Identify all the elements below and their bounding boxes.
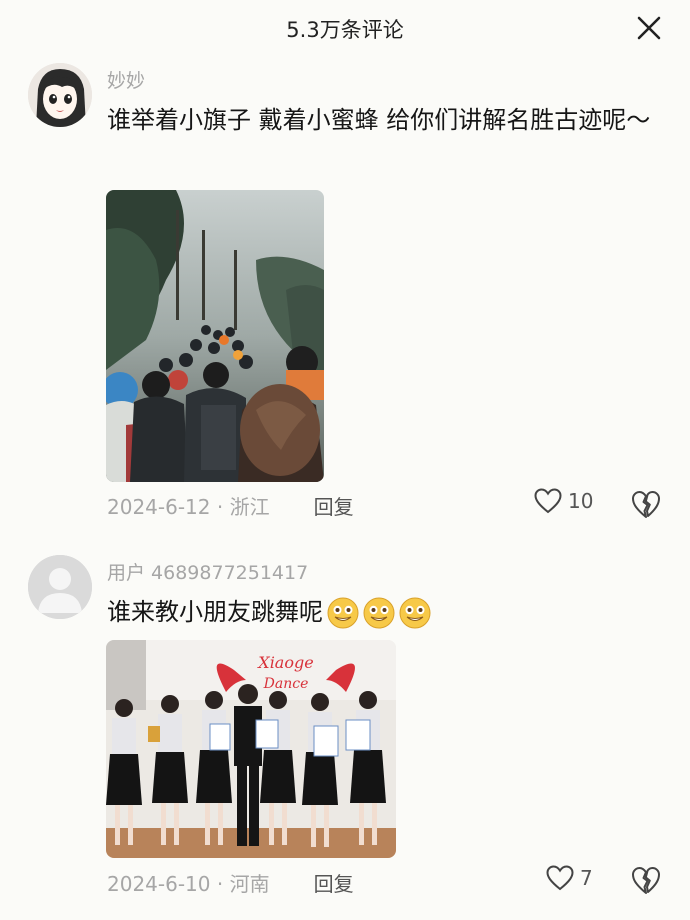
comment-meta: 2024-6-12 · 浙江 回复 (107, 491, 354, 520)
close-icon[interactable] (634, 13, 664, 43)
default-user-avatar[interactable] (28, 555, 92, 619)
reply-button[interactable]: 回复 (314, 872, 354, 896)
like-button[interactable]: 7 (546, 865, 593, 891)
broken-heart-icon[interactable] (631, 490, 661, 520)
like-count: 10 (568, 489, 594, 513)
comment-text: 谁举着小旗子 戴着小蜜蜂 给你们讲解名胜古迹呢～ (107, 106, 651, 134)
heart-icon (534, 488, 562, 514)
comment-text-content: 谁来教小朋友跳舞呢 (107, 598, 323, 626)
broken-heart-icon[interactable] (631, 866, 661, 896)
comment-count-title: 5.3万条评论 (286, 18, 404, 42)
comments-header: 5.3万条评论 (0, 0, 690, 56)
studio-sign-text: Xiaoge (256, 653, 313, 672)
grinning-emoji-icon (363, 597, 395, 629)
grinning-emoji-icon (327, 597, 359, 629)
comment-username[interactable]: 妙妙 (107, 66, 145, 93)
comment-date-location: 2024-6-10 · 河南 (107, 872, 270, 896)
anime-girl-avatar[interactable] (28, 63, 92, 127)
comment-text: 谁来教小朋友跳舞呢 (107, 592, 664, 632)
like-count: 7 (580, 866, 593, 890)
comment-meta: 2024-6-10 · 河南 回复 (107, 868, 354, 897)
grinning-emoji-icon (399, 597, 431, 629)
reply-button[interactable]: 回复 (314, 495, 354, 519)
dance-group-image: Xiaoge Dance (106, 640, 396, 858)
anime-girl-avatar-icon (28, 63, 92, 127)
default-user-avatar-icon (28, 555, 92, 619)
dance-class-group-photo[interactable]: Xiaoge Dance (106, 640, 396, 858)
svg-text:Dance: Dance (263, 676, 309, 692)
mountain-crowd-image (106, 190, 324, 482)
heart-icon (546, 865, 574, 891)
like-button[interactable]: 10 (534, 488, 593, 514)
comment-date-location: 2024-6-12 · 浙江 (107, 495, 270, 519)
comment-username[interactable]: 用户 4689877251417 (107, 558, 308, 585)
crowded-mountain-trail-photo[interactable] (106, 190, 324, 482)
